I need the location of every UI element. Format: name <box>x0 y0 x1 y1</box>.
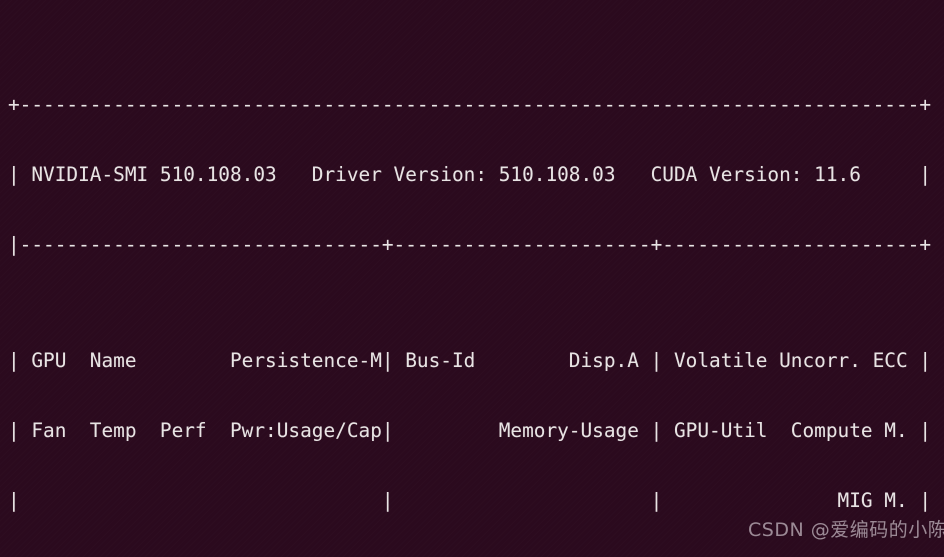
terminal-window[interactable]: +---------------------------------------… <box>0 0 944 557</box>
gpu-header-row-2: | Fan Temp Perf Pwr:Usage/Cap| Memory-Us… <box>8 419 932 443</box>
terminal-output: +---------------------------------------… <box>8 0 931 557</box>
smi-top-border: +---------------------------------------… <box>8 93 932 117</box>
smi-version-line: | NVIDIA-SMI 510.108.03 Driver Version: … <box>8 163 932 187</box>
smi-thin-rule: |-------------------------------+-------… <box>8 232 932 256</box>
gpu-header-row-3: | | | MIG M. | <box>8 489 932 513</box>
gpu-header-row-1: | GPU Name Persistence-M| Bus-Id Disp.A … <box>8 349 932 373</box>
